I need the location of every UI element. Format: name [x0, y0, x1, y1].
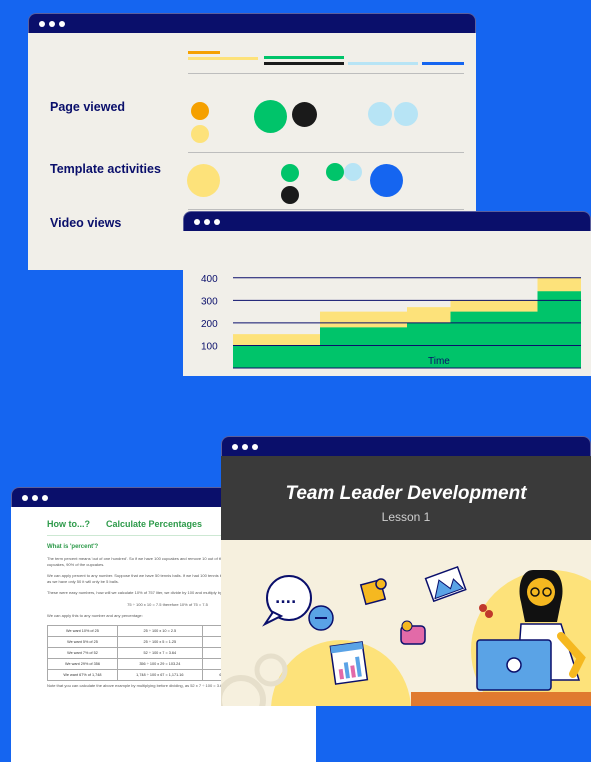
- bubble: [191, 102, 209, 120]
- bubble: [281, 164, 299, 182]
- bubble: [368, 102, 392, 126]
- legend-segment-green: [264, 56, 344, 59]
- x-axis-label: Time: [428, 356, 450, 367]
- bubble: [187, 164, 220, 197]
- window-dot-icon: [32, 494, 38, 501]
- window-dot-icon: [194, 218, 200, 225]
- window-dot-icon: [42, 494, 48, 501]
- course-banner: Team Leader Development Lesson 1: [221, 456, 591, 540]
- y-tick-label: 200: [201, 319, 218, 330]
- window-dot-icon: [242, 443, 248, 450]
- wallet-icon: [400, 620, 426, 645]
- bubble: [370, 164, 403, 197]
- chat-icon: [308, 605, 334, 631]
- course-title: Team Leader Development: [285, 483, 527, 504]
- y-tick-label: 100: [201, 341, 218, 352]
- area-chart: 100 200 300 400: [201, 274, 581, 369]
- legend-segment-yellow: [188, 57, 258, 60]
- y-tick-label: 300: [201, 296, 218, 307]
- bubble: [254, 100, 287, 133]
- divider: [188, 152, 464, 153]
- desk: [411, 692, 591, 706]
- divider: [188, 73, 464, 74]
- table-cell: We want 5% of 25: [47, 635, 118, 648]
- course-illustration: ....: [221, 540, 591, 706]
- window-dot-icon: [59, 20, 65, 27]
- metric-label-page-viewed: Page viewed: [50, 100, 126, 114]
- table-cell: We want 29% of 356: [47, 657, 118, 670]
- window-dot-icon: [49, 20, 55, 27]
- table-cell: We want 7% of 52: [47, 646, 118, 659]
- bubble: [394, 102, 418, 126]
- table-cell: 356 ÷ 100 x 29 = 103.24: [116, 657, 203, 670]
- window-titlebar: [221, 436, 591, 456]
- window-dot-icon: [214, 218, 220, 225]
- mountain-icon: [424, 566, 467, 603]
- metric-label-template-activities: Template activities: [50, 162, 161, 176]
- gear-icon: [221, 675, 266, 706]
- bubble: [344, 163, 362, 181]
- table-cell: We want 67% of 1,748: [47, 668, 118, 681]
- legend-segment-black: [264, 62, 344, 65]
- window-dot-icon: [22, 494, 28, 501]
- document-header-left: How to...?: [47, 519, 90, 529]
- gear-icon: [254, 653, 288, 687]
- chart-card-icon: [329, 641, 369, 685]
- bubble: [281, 186, 299, 204]
- window-dot-icon: [252, 443, 258, 450]
- table-cell: 52 ÷ 100 x 7 = 3.64: [116, 646, 203, 659]
- document-header-right: Calculate Percentages: [106, 519, 203, 529]
- laptop-icon: [476, 639, 552, 691]
- legend-segment-orange: [188, 51, 220, 54]
- legend-segment-light-blue: [348, 62, 418, 65]
- table-cell: We want 10% of 25: [47, 624, 118, 637]
- chart-window: 100 200 300 400 Time: [183, 211, 591, 376]
- window-dot-icon: [232, 443, 238, 450]
- divider: [188, 209, 464, 210]
- lesson-label: Lesson 1: [381, 510, 431, 524]
- puzzle-icon: [359, 578, 387, 606]
- bubble: [326, 163, 344, 181]
- course-window: Team Leader Development Lesson 1 ....: [221, 436, 591, 706]
- window-titlebar: [28, 13, 476, 33]
- illustration-svg: ....: [221, 566, 591, 706]
- table-cell: 25 ÷ 100 x 10 = 2.5: [116, 624, 203, 637]
- bubble: [191, 125, 209, 143]
- window-titlebar: [183, 211, 591, 231]
- metric-label-video-views: Video views: [50, 216, 122, 230]
- window-dot-icon: [39, 20, 45, 27]
- avatar-icon: [479, 604, 487, 612]
- bubble: [292, 102, 317, 127]
- window-dot-icon: [204, 218, 210, 225]
- table-cell: 25 ÷ 100 x 5 = 1.25: [116, 635, 203, 648]
- y-tick-label: 400: [201, 274, 218, 285]
- chart-content: 100 200 300 400 Time: [183, 231, 591, 376]
- speech-bubble-text: ....: [275, 591, 296, 607]
- avatar-icon: [485, 610, 493, 618]
- legend-segment-blue: [422, 62, 464, 65]
- speech-bubble-icon: ....: [262, 575, 312, 627]
- table-cell: 1,748 ÷ 100 x 67 = 1,171.16: [116, 668, 203, 681]
